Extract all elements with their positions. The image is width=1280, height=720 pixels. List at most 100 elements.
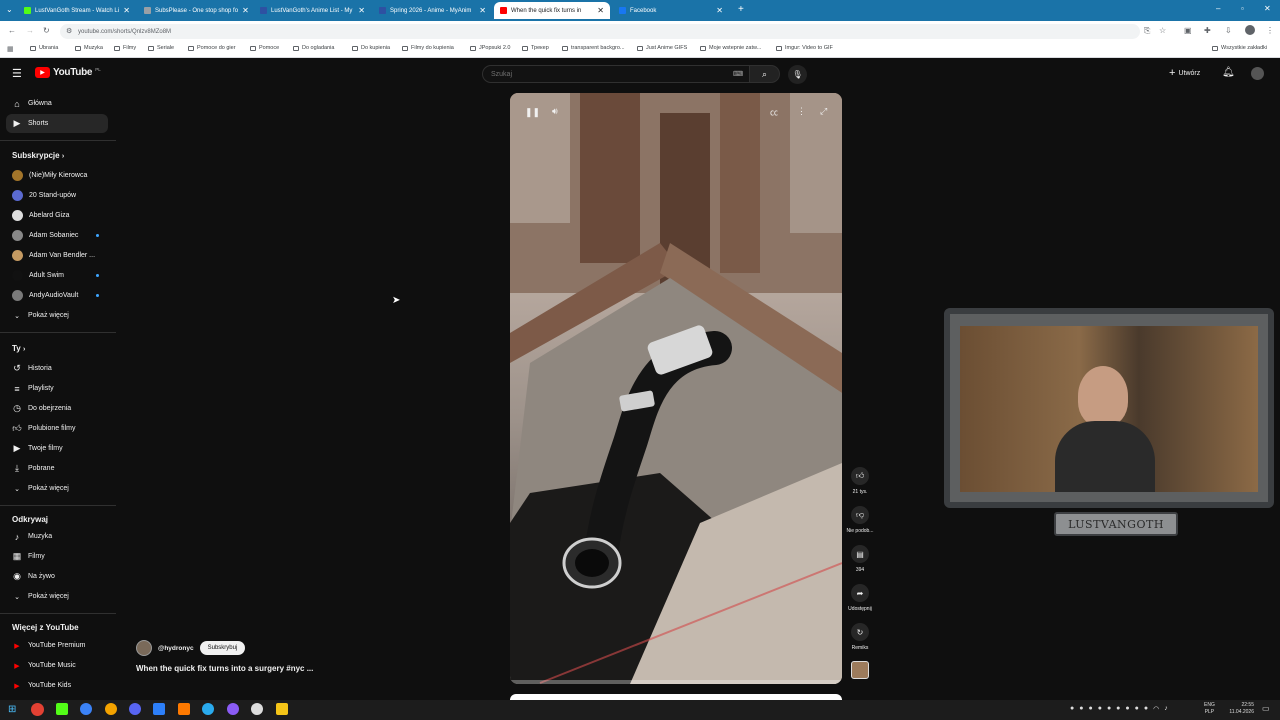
show-more-button[interactable]: ⌄ Pokaż więcej: [6, 587, 108, 606]
tray-icon[interactable]: ●: [1088, 705, 1092, 713]
search-input[interactable]: Szukaj ⌨: [482, 65, 750, 83]
dislike-action[interactable]: 👎︎ Nie podob...: [847, 506, 873, 534]
remix-action[interactable]: ↻ Remiks: [849, 623, 871, 651]
store-taskbar-icon[interactable]: [153, 703, 165, 715]
downloads-icon[interactable]: ⇩: [1225, 26, 1232, 35]
sidebar-subscription[interactable]: 20 Stand-upów: [6, 186, 108, 205]
obs-taskbar-icon[interactable]: [251, 703, 263, 715]
language-indicator[interactable]: ENG PLP: [1204, 702, 1215, 716]
sidebar-item-like[interactable]: 👍︎ Polubione filmy: [6, 419, 108, 438]
close-tab-icon[interactable]: ✕: [242, 6, 249, 15]
create-button[interactable]: + Utwórz: [1169, 67, 1200, 79]
system-tray[interactable]: ● ● ● ● ● ● ● ● ● ◠ ♪: [1070, 705, 1168, 713]
chrome-taskbar-icon[interactable]: [31, 703, 44, 716]
tray-icon[interactable]: ●: [1079, 705, 1083, 713]
back-icon[interactable]: ←: [8, 26, 16, 35]
bookmark-item[interactable]: Moje wstepnie zatw...: [700, 45, 761, 51]
browser-tab[interactable]: LustVanGoth's Anime List - My ✕: [254, 2, 371, 19]
sidebar-item-shorts[interactable]: ▶ Shorts: [6, 114, 108, 133]
minimize-icon[interactable]: –: [1216, 4, 1220, 13]
channel-name[interactable]: @hydronyc: [158, 645, 194, 652]
bookmark-item[interactable]: Imgur: Video to GIF: [776, 45, 833, 51]
tray-icon[interactable]: ●: [1107, 705, 1111, 713]
sidebar-item-live[interactable]: ◉ Na żywo: [6, 567, 108, 586]
short-video-player[interactable]: ❚❚ 🔊︎ ㏄ ⋮ ⤢: [510, 93, 842, 684]
explorer-taskbar-icon[interactable]: [276, 703, 288, 715]
keyboard-icon[interactable]: ⌨: [733, 70, 743, 78]
telegram-taskbar-icon[interactable]: [202, 703, 214, 715]
bookmark-star-icon[interactable]: ☆: [1159, 26, 1166, 35]
sound-thumbnail[interactable]: [851, 661, 869, 679]
sidebar-item-history[interactable]: ↺ Historia: [6, 359, 108, 378]
new-tab-button[interactable]: +: [738, 4, 744, 15]
sidebar-item-film[interactable]: ▦ Filmy: [6, 547, 108, 566]
close-tab-icon[interactable]: ✕: [479, 6, 486, 15]
bookmark-item[interactable]: Just Anime GIFS: [637, 45, 687, 51]
tray-icon[interactable]: ●: [1125, 705, 1129, 713]
close-tab-icon[interactable]: ✕: [358, 6, 365, 15]
remix-icon[interactable]: ↻: [851, 623, 869, 641]
forward-icon[interactable]: →: [26, 26, 34, 35]
bookmark-item[interactable]: Do ogladania: [293, 45, 334, 51]
site-info-icon[interactable]: ⚙: [66, 27, 72, 35]
sidebar-item-your-videos[interactable]: ▶ Twoje filmy: [6, 439, 108, 458]
url-bar[interactable]: ⚙ youtube.com/shorts/Qnlzv8MZo8M: [60, 24, 1140, 39]
close-window-icon[interactable]: ✕: [1264, 4, 1271, 13]
reload-icon[interactable]: ↻: [43, 26, 50, 35]
comment-icon[interactable]: ▤: [851, 545, 869, 563]
sidebar-subscription[interactable]: Adult Swim: [6, 266, 108, 285]
share-icon[interactable]: ➦: [851, 584, 869, 602]
tray-icon[interactable]: ●: [1116, 705, 1120, 713]
install-icon[interactable]: ⎘: [1144, 26, 1150, 36]
discord-taskbar-icon[interactable]: [129, 703, 141, 715]
show-more-button[interactable]: ⌄ Pokaż więcej: [6, 479, 108, 498]
extension-icon[interactable]: ▣: [1184, 26, 1192, 35]
pause-icon[interactable]: ❚❚: [525, 107, 540, 118]
tray-icon[interactable]: ●: [1144, 705, 1148, 713]
sidebar-item-youtube-product[interactable]: ▶ YouTube Music: [6, 656, 108, 675]
account-avatar[interactable]: [1251, 67, 1264, 80]
maximize-icon[interactable]: ▫: [1241, 4, 1244, 13]
dislike-icon[interactable]: 👎︎: [851, 506, 869, 524]
bookmark-item[interactable]: Filmy do kupienia: [402, 45, 454, 51]
sidebar-subscription[interactable]: Adam Van Bendler ...: [6, 246, 108, 265]
wifi-icon[interactable]: ◠: [1153, 705, 1159, 713]
sidebar-item-home[interactable]: ⌂ Główna: [6, 94, 108, 113]
explore-header[interactable]: Odkrywaj: [12, 515, 48, 524]
volume-tray-icon[interactable]: ♪: [1164, 705, 1168, 713]
browser-tab[interactable]: SubsPlease - One stop shop fo ✕: [138, 2, 252, 19]
voice-search-button[interactable]: 🎙: [788, 65, 807, 84]
fullscreen-icon[interactable]: ⤢: [820, 106, 827, 117]
all-bookmarks[interactable]: Wszystkie zakładki: [1212, 45, 1267, 51]
progress-track[interactable]: [510, 680, 842, 684]
tray-icon[interactable]: ●: [1070, 705, 1074, 713]
notification-center-icon[interactable]: ▭: [1262, 704, 1270, 713]
apps-grid-icon[interactable]: ▦: [7, 45, 14, 53]
comments-action[interactable]: ▤ 394: [849, 545, 871, 573]
sidebar-subscription[interactable]: Abelard Giza: [6, 206, 108, 225]
bookmark-item[interactable]: Трекер: [522, 45, 549, 51]
bookmark-item[interactable]: Pomoce: [250, 45, 279, 51]
sidebar-subscription[interactable]: AndyAudioVault: [6, 286, 108, 305]
like-action[interactable]: 👍︎ 21 tys.: [849, 467, 871, 495]
sidebar-item-watch-later[interactable]: ◷ Do obejrzenia: [6, 399, 108, 418]
bookmark-item[interactable]: Ubrania: [30, 45, 58, 51]
sidebar-item-music[interactable]: ♪ Muzyka: [6, 527, 108, 546]
menu-hamburger-icon[interactable]: ☰: [12, 67, 22, 80]
bookmark-item[interactable]: transparent backgro...: [562, 45, 625, 51]
share-action[interactable]: ➦ Udostępnij: [848, 584, 872, 612]
browser-tab[interactable]: LustVanGoth Stream - Watch Li ✕: [18, 2, 136, 19]
bookmark-item[interactable]: Do kupienia: [352, 45, 390, 51]
youtube-logo[interactable]: ▶ YouTube PL: [35, 67, 101, 78]
tray-icon[interactable]: ●: [1098, 705, 1102, 713]
browser-tab[interactable]: When the quick fix turns in ✕: [494, 2, 610, 19]
you-header[interactable]: Ty ›: [12, 344, 25, 353]
tray-icon[interactable]: ●: [1135, 705, 1139, 713]
channel-avatar[interactable]: [136, 640, 152, 656]
like-icon[interactable]: 👍︎: [851, 467, 869, 485]
search-button[interactable]: ⌕: [750, 65, 780, 83]
sidebar-item-download[interactable]: ⤓ Pobrane: [6, 459, 108, 478]
volume-icon[interactable]: 🔊︎: [552, 106, 558, 117]
subscribe-button[interactable]: Subskrybuj: [199, 641, 246, 655]
extensions-puzzle-icon[interactable]: ✚: [1204, 26, 1211, 35]
